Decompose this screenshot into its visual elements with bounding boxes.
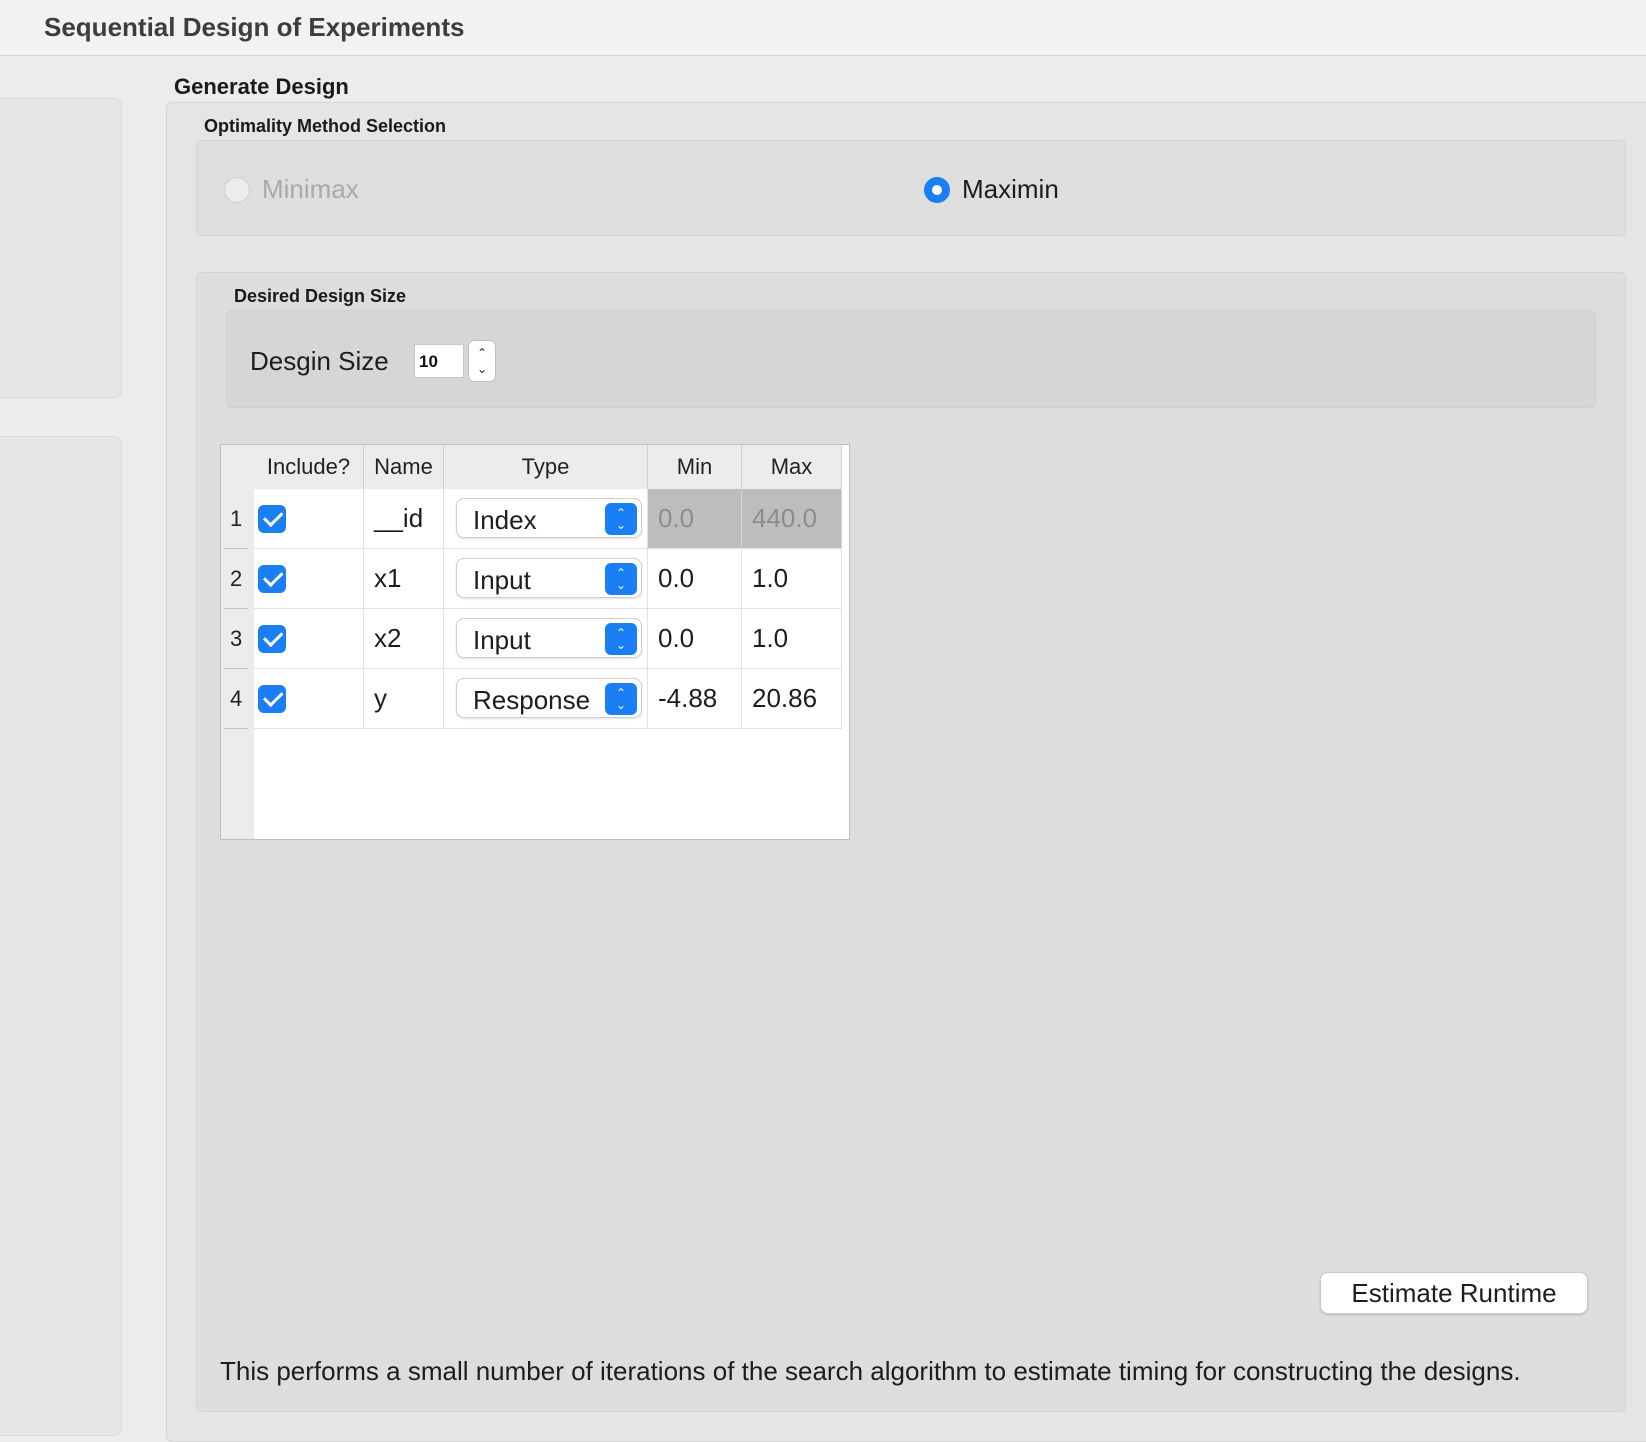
- type-select[interactable]: Response ⌃ ⌄: [456, 678, 642, 718]
- optimality-method-group: [196, 140, 1626, 236]
- table-row-max[interactable]: 1.0: [742, 549, 842, 609]
- row-number: 2: [221, 549, 254, 609]
- table-row-max: 440.0: [742, 489, 842, 549]
- description-text: This performs a small number of iteratio…: [220, 1356, 1521, 1386]
- checkmark-icon[interactable]: [258, 504, 286, 533]
- design-size-label: Desgin Size: [250, 346, 389, 376]
- column-header-max[interactable]: Max: [742, 445, 842, 489]
- type-select-label: Input: [473, 625, 531, 655]
- chevron-down-icon[interactable]: ⌄: [477, 361, 487, 377]
- row-number: 3: [221, 609, 254, 669]
- optimality-method-title: Optimality Method Selection: [204, 116, 447, 136]
- column-header-name[interactable]: Name: [364, 445, 444, 489]
- column-header-type[interactable]: Type: [444, 445, 648, 489]
- variables-table: Include? Name Type Min Max 1 __id Index …: [220, 444, 850, 840]
- table-row-type: Index ⌃ ⌄: [444, 489, 648, 549]
- up-down-chevron-icon: ⌃ ⌄: [605, 683, 637, 715]
- table-row-include[interactable]: [254, 549, 364, 609]
- table-row-min[interactable]: -4.88: [648, 669, 742, 729]
- table-row-name: __id: [364, 489, 444, 549]
- table-row-include[interactable]: [254, 609, 364, 669]
- table-row-min: 0.0: [648, 489, 742, 549]
- up-down-chevron-icon: ⌃ ⌄: [605, 503, 637, 535]
- design-size-outer-group: [196, 272, 1626, 1412]
- radio-selected-icon: [924, 176, 950, 203]
- radio-maximin-label: Maximin: [962, 174, 1059, 204]
- radio-minimax[interactable]: Minimax: [224, 174, 359, 205]
- type-select[interactable]: Input ⌃ ⌄: [456, 618, 642, 658]
- up-down-chevron-icon: ⌃ ⌄: [605, 623, 637, 655]
- checkmark-icon[interactable]: [258, 684, 286, 713]
- radio-maximin[interactable]: Maximin: [924, 174, 1059, 205]
- type-select-label: Response: [473, 685, 591, 715]
- title-bar: Sequential Design of Experiments: [0, 0, 1646, 56]
- window-title: Sequential Design of Experiments: [44, 12, 465, 42]
- design-size-input[interactable]: 10: [414, 344, 464, 378]
- row-number: 1: [221, 489, 254, 549]
- type-select[interactable]: Index ⌃ ⌄: [456, 498, 642, 538]
- table-row-type: Response ⌃ ⌄: [444, 669, 648, 729]
- table-row-name: x1: [364, 549, 444, 609]
- table-row-min[interactable]: 0.0: [648, 549, 742, 609]
- row-number: 4: [221, 669, 254, 729]
- left-panel-top: [0, 98, 122, 398]
- radio-minimax-label: Minimax: [262, 174, 359, 204]
- table-row-name: x2: [364, 609, 444, 669]
- chevron-up-icon[interactable]: ⌃: [477, 345, 487, 361]
- checkmark-icon[interactable]: [258, 564, 286, 593]
- estimate-runtime-button[interactable]: Estimate Runtime: [1320, 1272, 1588, 1314]
- table-row-max[interactable]: 20.86: [742, 669, 842, 729]
- table-row-type: Input ⌃ ⌄: [444, 609, 648, 669]
- left-panel-bottom: [0, 436, 122, 1436]
- design-size-stepper[interactable]: ⌃ ⌄: [468, 340, 496, 382]
- type-select[interactable]: Input ⌃ ⌄: [456, 558, 642, 598]
- column-header-include[interactable]: Include?: [254, 445, 364, 489]
- table-row-max[interactable]: 1.0: [742, 609, 842, 669]
- type-select-label: Index: [473, 505, 537, 535]
- generate-design-title: Generate Design: [174, 74, 349, 99]
- table-row-name: y: [364, 669, 444, 729]
- column-header-min[interactable]: Min: [648, 445, 742, 489]
- type-select-label: Input: [473, 565, 531, 595]
- table-row-type: Input ⌃ ⌄: [444, 549, 648, 609]
- up-down-chevron-icon: ⌃ ⌄: [605, 563, 637, 595]
- table-row-min[interactable]: 0.0: [648, 609, 742, 669]
- checkmark-icon[interactable]: [258, 624, 286, 653]
- table-row-include[interactable]: [254, 489, 364, 549]
- radio-circle-icon: [224, 176, 250, 203]
- table-row-include[interactable]: [254, 669, 364, 729]
- design-size-title: Desired Design Size: [234, 286, 407, 306]
